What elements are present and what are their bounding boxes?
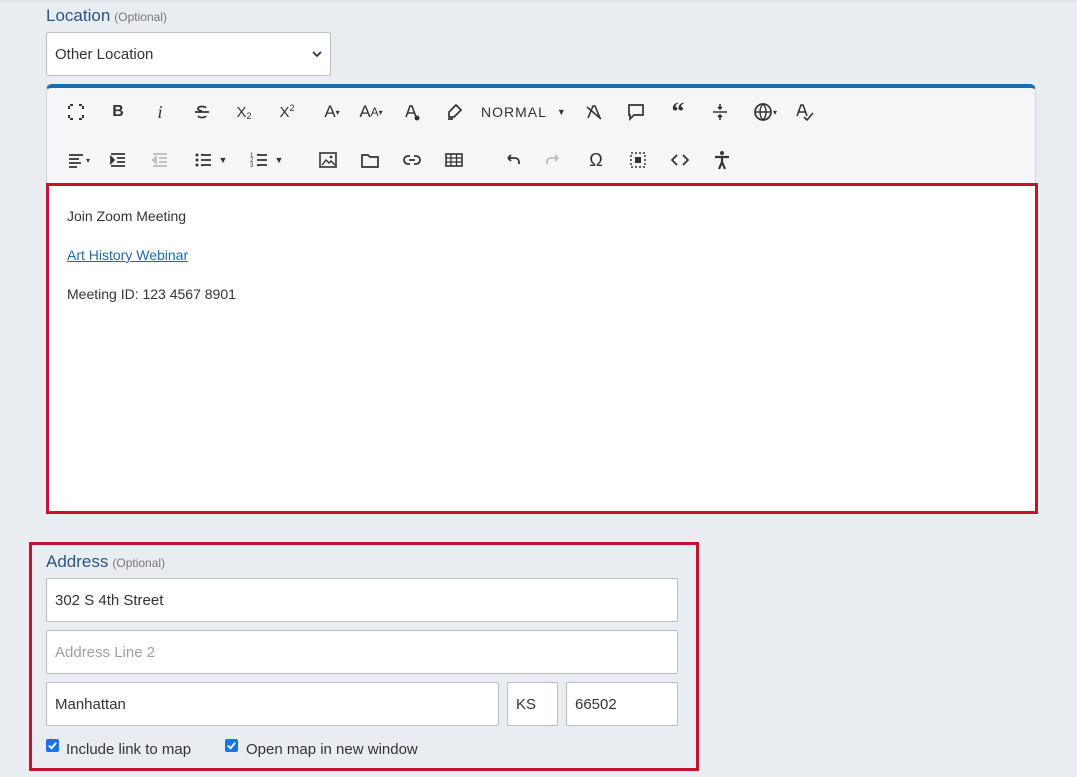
zip-input[interactable]: 66502: [566, 682, 678, 726]
caret-down-icon: ▼: [556, 107, 566, 117]
content-line: Meeting ID: 123 4567 8901: [67, 286, 236, 302]
new-window-label[interactable]: Open map in new window: [246, 741, 418, 758]
table-icon[interactable]: [439, 145, 469, 175]
font-family-icon[interactable]: A ▾: [315, 97, 349, 127]
address-label-text: Address: [46, 552, 109, 571]
top-divider: [0, 0, 1077, 2]
italic-icon[interactable]: i: [145, 97, 175, 127]
include-map-checkbox[interactable]: [46, 739, 59, 752]
city-input[interactable]: Manhattan: [46, 682, 499, 726]
address-optional: (Optional): [112, 556, 166, 570]
location-optional: (Optional): [114, 10, 167, 24]
language-icon[interactable]: ▾: [747, 97, 783, 127]
webinar-link[interactable]: Art History Webinar: [67, 247, 188, 263]
file-icon[interactable]: [355, 145, 385, 175]
address-label: Address (Optional): [46, 552, 165, 572]
quote-icon[interactable]: “: [663, 97, 693, 127]
content-line: Join Zoom Meeting: [67, 208, 187, 224]
outdent-icon[interactable]: [145, 145, 175, 175]
font-size-icon[interactable]: A A ▾: [353, 97, 389, 127]
undo-icon[interactable]: [497, 145, 527, 175]
state-input[interactable]: KS: [507, 682, 558, 726]
subscript-icon[interactable]: X2: [229, 97, 259, 127]
special-characters-icon[interactable]: Ω: [581, 145, 611, 175]
location-select[interactable]: Other Location: [46, 32, 331, 76]
strikethrough-icon[interactable]: [187, 97, 217, 127]
check-icon: [48, 742, 57, 750]
code-view-icon[interactable]: [665, 145, 695, 175]
fullscreen-icon[interactable]: [61, 97, 91, 127]
text-color-icon[interactable]: [397, 97, 427, 127]
svg-text:3: 3: [250, 163, 254, 169]
address-line2-input[interactable]: Address Line 2: [46, 630, 678, 674]
location-label-text: Location: [46, 6, 111, 25]
location-selected-value: Other Location: [55, 45, 154, 63]
horizontal-line-icon[interactable]: [705, 97, 735, 127]
address-line1-input[interactable]: 302 S 4th Street: [46, 578, 678, 622]
superscript-icon[interactable]: X2: [272, 97, 302, 127]
editor-content-area[interactable]: Join Zoom Meeting Art History Webinar Me…: [46, 183, 1038, 514]
indent-icon[interactable]: [103, 145, 133, 175]
align-icon[interactable]: ▾: [61, 145, 95, 175]
image-icon[interactable]: [313, 145, 343, 175]
paragraph-format-value: NORMAL: [481, 104, 547, 120]
comment-icon[interactable]: [621, 97, 651, 127]
location-label: Location (Optional): [46, 6, 167, 26]
include-map-label[interactable]: Include link to map: [66, 741, 191, 758]
numbered-list-icon[interactable]: 1 2 3 ▼: [243, 145, 289, 175]
bold-icon[interactable]: B: [103, 97, 133, 127]
new-window-checkbox[interactable]: [225, 739, 238, 752]
bulleted-list-icon[interactable]: ▼: [187, 145, 233, 175]
check-icon: [227, 742, 236, 750]
redo-icon[interactable]: [539, 145, 569, 175]
spellcheck-icon[interactable]: [789, 97, 819, 127]
paragraph-format-dropdown[interactable]: NORMAL ▼: [481, 97, 573, 127]
link-icon[interactable]: [397, 145, 427, 175]
clear-formatting-icon[interactable]: [579, 97, 609, 127]
highlight-icon[interactable]: [439, 97, 469, 127]
accessibility-icon[interactable]: [707, 145, 737, 175]
chevron-down-icon: [312, 51, 322, 58]
select-all-icon[interactable]: [623, 145, 653, 175]
